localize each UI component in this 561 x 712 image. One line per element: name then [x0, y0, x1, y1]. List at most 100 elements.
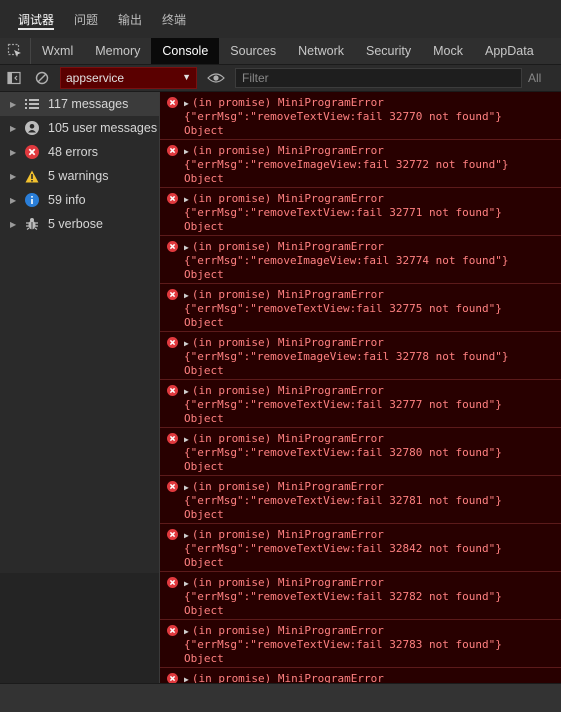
message-line-1: ▶ (in promise) MiniProgramError — [184, 384, 384, 399]
panel-tab-output[interactable]: 输出 — [108, 0, 152, 38]
tab-network[interactable]: Network — [287, 38, 355, 64]
message-detail: {"errMsg":"removeImageView:fail 32772 no… — [184, 158, 509, 171]
sidebar-item-label: 5 verbose — [48, 217, 103, 231]
console-message-row[interactable]: ▶ (in promise) MiniProgramError {"errMsg":… — [160, 476, 561, 524]
error-icon — [167, 241, 178, 255]
console-message-row[interactable]: ▶ (in promise) MiniProgramError {"errMsg":… — [160, 524, 561, 572]
expand-arrow-icon[interactable]: ▶ — [10, 172, 20, 181]
sidebar-item-label: 117 messages — [48, 97, 129, 111]
message-line-1: ▶ (in promise) MiniProgramError — [184, 528, 384, 543]
message-object-label[interactable]: Object — [184, 220, 224, 234]
tab-console[interactable]: Console — [151, 38, 220, 64]
eye-icon[interactable] — [197, 72, 235, 84]
tab-sources[interactable]: Sources — [219, 38, 287, 64]
message-object-label[interactable]: Object — [184, 124, 224, 138]
expand-triangle-icon[interactable]: ▶ — [184, 291, 189, 300]
log-levels-dropdown[interactable]: All — [528, 71, 541, 85]
expand-triangle-icon[interactable]: ▶ — [184, 339, 189, 348]
console-message-row[interactable]: ▶ (in promise) MiniProgramError {"errMsg":… — [160, 332, 561, 380]
message-detail: {"errMsg":"removeTextView:fail 32783 not… — [184, 638, 502, 651]
console-messages[interactable]: ▶ (in promise) MiniProgramError {"errMsg":… — [160, 92, 561, 683]
expand-arrow-icon[interactable]: ▶ — [10, 148, 20, 157]
message-detail: {"errMsg":"removeImageView:fail 32774 no… — [184, 254, 509, 267]
sidebar-item-warnings[interactable]: ▶ 5 warnings — [0, 164, 159, 188]
tab-mock[interactable]: Mock — [422, 38, 474, 64]
message-title: (in promise) MiniProgramError — [191, 672, 384, 683]
message-object-label[interactable]: Object — [184, 364, 224, 378]
tab-wxml[interactable]: Wxml — [31, 38, 84, 64]
toggle-sidebar-icon[interactable] — [0, 65, 28, 91]
console-message-row[interactable]: ▶ (in promise) MiniProgramError {"errMsg":… — [160, 428, 561, 476]
expand-arrow-icon[interactable]: ▶ — [10, 124, 20, 133]
expand-triangle-icon[interactable]: ▶ — [184, 531, 189, 540]
error-icon — [167, 529, 178, 543]
tab-memory[interactable]: Memory — [84, 38, 151, 64]
message-title: (in promise) MiniProgramError — [191, 336, 384, 349]
sidebar-item-info[interactable]: ▶ 59 info — [0, 188, 159, 212]
expand-triangle-icon[interactable]: ▶ — [184, 195, 189, 204]
console-message-row[interactable]: ▶ (in promise) MiniProgramError {"errMsg":… — [160, 284, 561, 332]
console-message-row[interactable]: ▶ (in promise) MiniProgramError {"errMsg":… — [160, 380, 561, 428]
message-object-label[interactable]: Object — [184, 172, 224, 186]
console-message-row[interactable]: ▶ (in promise) MiniProgramError {"errMsg":… — [160, 620, 561, 668]
tab-security[interactable]: Security — [355, 38, 422, 64]
message-line-1: ▶ (in promise) MiniProgramError — [184, 288, 384, 303]
message-object-label[interactable]: Object — [184, 652, 224, 666]
user-icon — [24, 120, 40, 136]
sidebar-empty-area — [0, 573, 160, 683]
context-select[interactable]: appservice ▼ — [60, 67, 197, 89]
sidebar-item-user-messages[interactable]: ▶ 105 user messages — [0, 116, 159, 140]
expand-arrow-icon[interactable]: ▶ — [10, 196, 20, 205]
message-line-1: ▶ (in promise) MiniProgramError — [184, 192, 384, 207]
panel-tab-debugger[interactable]: 调试器 — [8, 0, 64, 38]
expand-triangle-icon[interactable]: ▶ — [184, 675, 189, 683]
message-detail: {"errMsg":"removeTextView:fail 32842 not… — [184, 542, 502, 555]
message-line-1: ▶ (in promise) MiniProgramError — [184, 672, 384, 683]
sidebar-item-label: 5 warnings — [48, 169, 109, 183]
sidebar-item-messages[interactable]: ▶ 117 messages — [0, 92, 159, 116]
sidebar-item-verbose[interactable]: ▶ 5 verbose — [0, 212, 159, 236]
console-message-row[interactable]: ▶ (in promise) MiniProgramError {"errMsg":… — [160, 572, 561, 620]
console-message-row[interactable]: ▶ (in promise) MiniProgramError {"errMsg":… — [160, 140, 561, 188]
console-toolbar: appservice ▼ All — [0, 65, 561, 92]
clear-console-icon[interactable] — [28, 65, 56, 91]
expand-triangle-icon[interactable]: ▶ — [184, 99, 189, 108]
panel-tab-problems[interactable]: 问题 — [64, 0, 108, 38]
error-icon — [167, 289, 178, 303]
expand-triangle-icon[interactable]: ▶ — [184, 243, 189, 252]
message-object-label[interactable]: Object — [184, 316, 224, 330]
expand-triangle-icon[interactable]: ▶ — [184, 483, 189, 492]
expand-triangle-icon[interactable]: ▶ — [184, 435, 189, 444]
expand-triangle-icon[interactable]: ▶ — [184, 147, 189, 156]
message-object-label[interactable]: Object — [184, 412, 224, 426]
message-object-label[interactable]: Object — [184, 508, 224, 522]
tab-appdata[interactable]: AppData — [474, 38, 545, 64]
expand-arrow-icon[interactable]: ▶ — [10, 100, 20, 109]
console-prompt-bar[interactable] — [0, 683, 561, 712]
expand-triangle-icon[interactable]: ▶ — [184, 579, 189, 588]
message-title: (in promise) MiniProgramError — [191, 96, 384, 109]
expand-triangle-icon[interactable]: ▶ — [184, 387, 189, 396]
message-object-label[interactable]: Object — [184, 268, 224, 282]
console-message-row[interactable]: ▶ (in promise) MiniProgramError — [160, 668, 561, 683]
message-object-label[interactable]: Object — [184, 460, 224, 474]
message-line-1: ▶ (in promise) MiniProgramError — [184, 144, 384, 159]
expand-triangle-icon[interactable]: ▶ — [184, 627, 189, 636]
expand-arrow-icon[interactable]: ▶ — [10, 220, 20, 229]
message-object-label[interactable]: Object — [184, 556, 224, 570]
inspect-element-icon[interactable] — [0, 38, 31, 64]
filter-input[interactable] — [235, 68, 522, 88]
panel-tab-terminal[interactable]: 终端 — [152, 0, 196, 38]
console-message-row[interactable]: ▶ (in promise) MiniProgramError {"errMsg":… — [160, 236, 561, 284]
error-icon — [167, 337, 178, 351]
message-object-label[interactable]: Object — [184, 604, 224, 618]
console-message-row[interactable]: ▶ (in promise) MiniProgramError {"errMsg":… — [160, 92, 561, 140]
message-line-1: ▶ (in promise) MiniProgramError — [184, 96, 384, 111]
console-message-row[interactable]: ▶ (in promise) MiniProgramError {"errMsg":… — [160, 188, 561, 236]
console-sidebar: ▶ 117 messages ▶ 105 user messages ▶ 48 … — [0, 92, 160, 573]
bug-icon — [24, 216, 40, 232]
message-title: (in promise) MiniProgramError — [191, 576, 384, 589]
sidebar-item-errors[interactable]: ▶ 48 errors — [0, 140, 159, 164]
message-line-1: ▶ (in promise) MiniProgramError — [184, 576, 384, 591]
list-icon — [24, 96, 40, 112]
